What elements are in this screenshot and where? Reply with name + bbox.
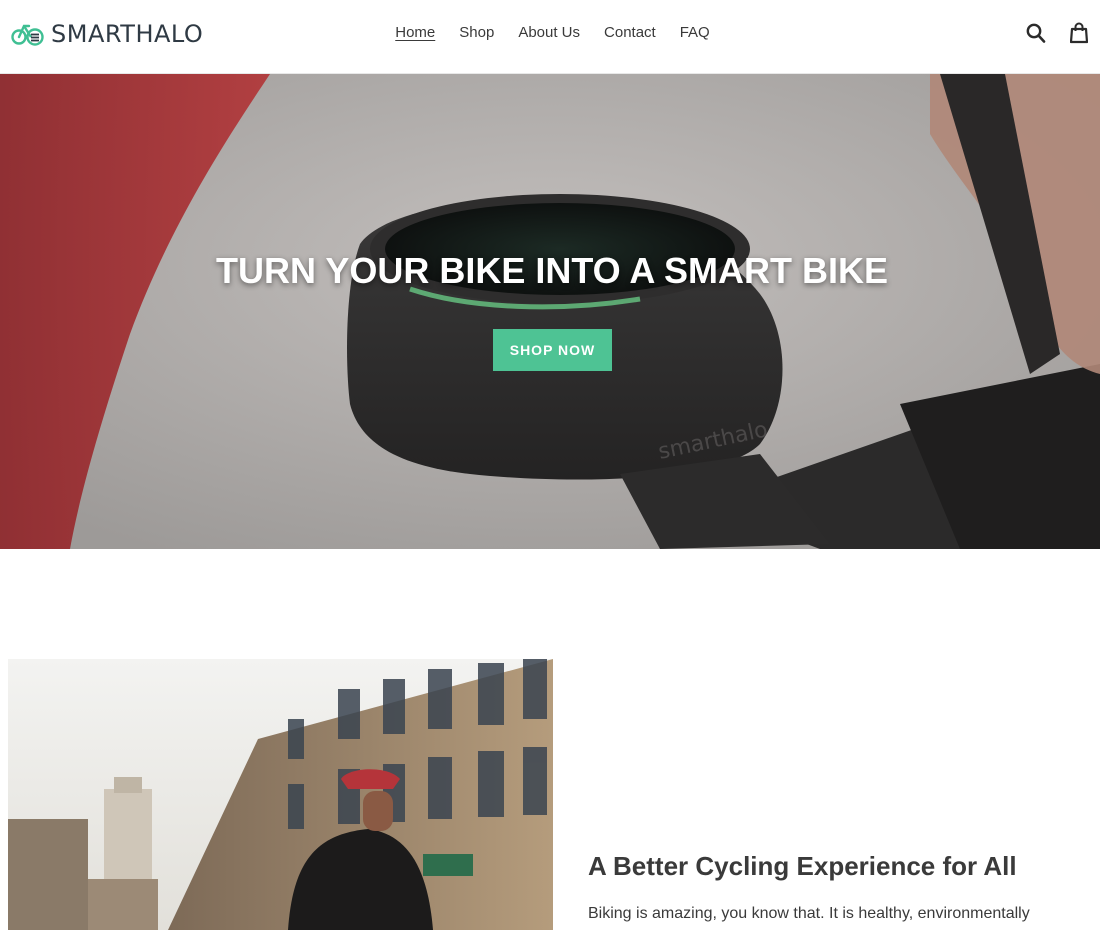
nav-about-us[interactable]: About Us (518, 24, 580, 41)
site-header: SMARTHALO Home Shop About Us Contact FAQ (0, 0, 1100, 74)
hero-image: smarthalo (0, 74, 1100, 549)
hero-title: TURN YOUR BIKE INTO A SMART BIKE (215, 250, 889, 291)
nav-shop[interactable]: Shop (459, 24, 494, 41)
feature-image (8, 659, 553, 930)
brand-name: SMARTHALO (51, 20, 204, 48)
nav-home[interactable]: Home (395, 24, 435, 41)
logo[interactable]: SMARTHALO (11, 17, 203, 51)
feature-title: A Better Cycling Experience for All (588, 851, 1017, 881)
hero-banner: smarthalo TURN YOUR BIKE INTO A SMART BI… (0, 74, 1100, 549)
header-actions (1026, 22, 1089, 49)
bike-icon (11, 17, 45, 51)
cart-icon[interactable] (1069, 22, 1089, 49)
search-icon[interactable] (1026, 22, 1046, 49)
shop-now-button[interactable]: SHOP NOW (493, 329, 612, 371)
feature-text: Biking is amazing, you know that. It is … (588, 905, 1030, 922)
nav-contact[interactable]: Contact (604, 24, 656, 41)
nav-faq[interactable]: FAQ (680, 24, 710, 41)
